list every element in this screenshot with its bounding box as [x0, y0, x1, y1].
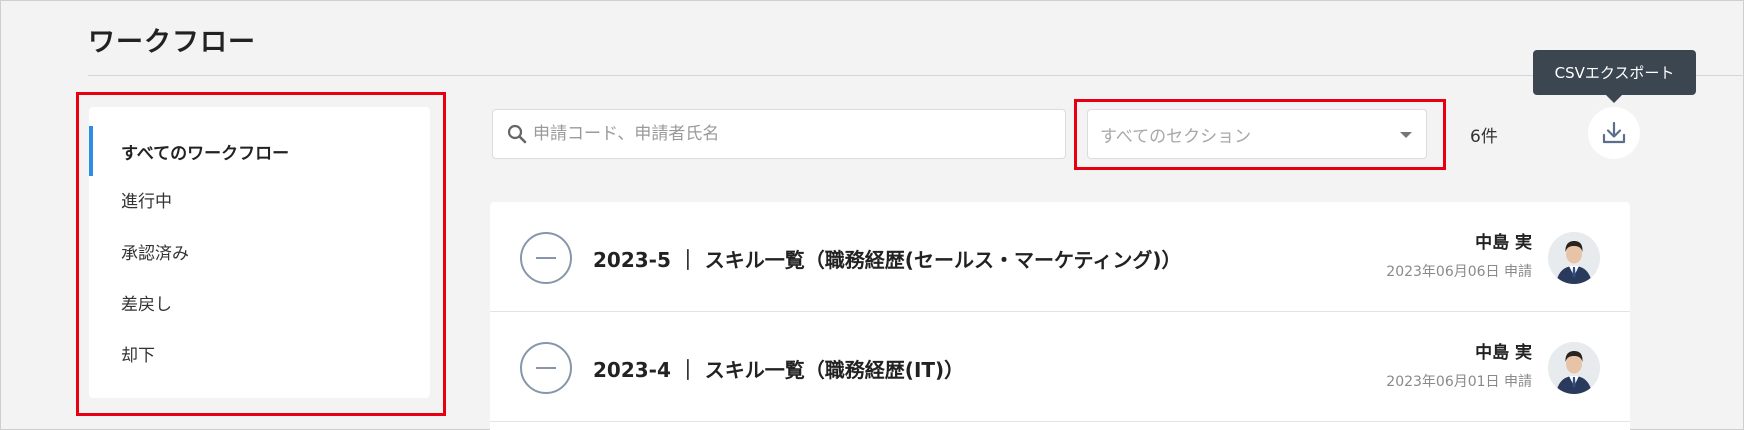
sidebar-item-in-progress[interactable]: 進行中 [89, 174, 430, 224]
section-select[interactable]: すべてのセクション [1087, 109, 1427, 159]
sidebar-item-approved[interactable]: 承認済み [89, 226, 430, 276]
applied-date: 2023年06月06日 申請 [1386, 264, 1532, 280]
section-select-value: すべてのセクション [1100, 126, 1252, 147]
workflow-title: 2023-5 ｜ スキル一覧（職務経歴(セールス・マーケティング)） [593, 248, 1182, 272]
sidebar-item-label: 進行中 [121, 191, 172, 212]
export-tooltip: CSVエクスポート [1533, 50, 1696, 95]
avatar [1548, 342, 1600, 394]
page-title: ワークフロー [88, 27, 256, 58]
search-input[interactable] [533, 124, 1053, 144]
tooltip-arrow [1606, 95, 1622, 103]
sidebar-item-label: すべてのワークフロー [121, 143, 290, 164]
workflow-title: 2023-4 ｜ スキル一覧（職務経歴(IT)） [593, 358, 965, 382]
sidebar-item-returned[interactable]: 差戻し [89, 277, 430, 327]
sidebar-item-rejected[interactable]: 却下 [89, 328, 430, 378]
avatar [1548, 232, 1600, 284]
workflow-row[interactable]: 2023-4 ｜ スキル一覧（職務経歴(IT)） 中島 実 2023年06月01… [490, 312, 1630, 422]
caret-down-icon [1400, 132, 1412, 138]
result-count: 6件 [1470, 127, 1498, 147]
sidebar-item-all-workflows[interactable]: すべてのワークフロー [89, 126, 430, 176]
csv-export-button[interactable] [1588, 107, 1640, 159]
sidebar-item-label: 却下 [121, 345, 155, 366]
applicant-name: 中島 実 [1475, 233, 1532, 253]
sidebar-item-label: 承認済み [121, 243, 189, 264]
workflow-filter-sidebar: すべてのワークフロー 進行中 承認済み 差戻し 却下 [89, 107, 430, 398]
applied-date: 2023年06月01日 申請 [1386, 374, 1532, 390]
minus-circle-icon [520, 232, 572, 284]
minus-circle-icon [520, 342, 572, 394]
download-icon [1602, 121, 1626, 144]
sidebar-item-label: 差戻し [121, 294, 172, 315]
search-box [492, 109, 1066, 159]
workflow-row[interactable]: 2023-5 ｜ スキル一覧（職務経歴(セールス・マーケティング)） 中島 実 … [490, 202, 1630, 312]
workflow-list: 2023-5 ｜ スキル一覧（職務経歴(セールス・マーケティング)） 中島 実 … [490, 202, 1630, 430]
applicant-name: 中島 実 [1475, 343, 1532, 363]
search-icon [507, 124, 527, 144]
title-divider [88, 75, 1744, 76]
